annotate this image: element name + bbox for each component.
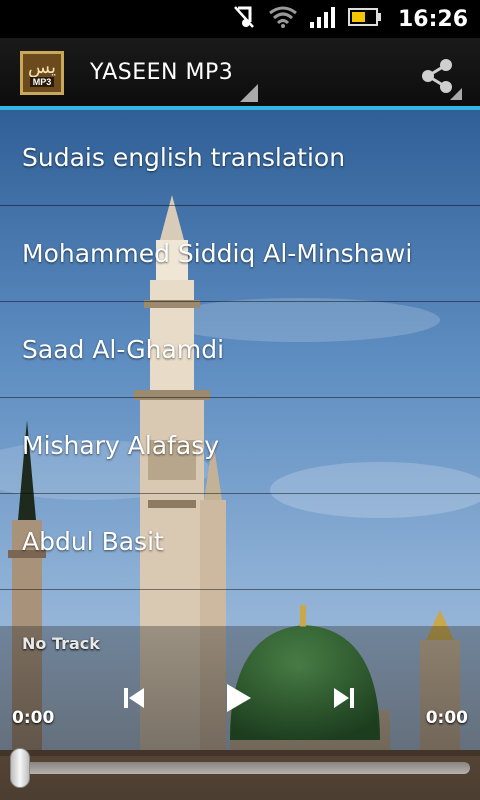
muted-note-icon — [232, 4, 256, 34]
track-item[interactable]: Sudais english translation — [0, 110, 480, 206]
app-icon-badge: MP3 — [29, 77, 55, 87]
battery-icon — [347, 8, 382, 30]
track-item[interactable]: Mohammed Siddiq Al-Minshawi — [0, 206, 480, 302]
next-icon[interactable] — [324, 678, 364, 718]
overflow-indicator-icon — [450, 88, 462, 100]
duration-time: 0:00 — [425, 708, 468, 728]
track-label: Sudais english translation — [22, 143, 346, 172]
track-label: Mohammed Siddiq Al-Minshawi — [22, 239, 413, 268]
wifi-icon — [268, 5, 298, 33]
seek-track — [10, 762, 470, 774]
app-title[interactable]: YASEEN MP3 — [90, 60, 233, 85]
signal-icon — [309, 6, 336, 32]
track-item[interactable]: Abdul Basit — [0, 494, 480, 590]
elapsed-time: 0:00 — [12, 708, 55, 728]
track-item[interactable]: Saad Al-Ghamdi — [0, 302, 480, 398]
play-icon[interactable] — [218, 678, 258, 718]
seek-bar[interactable] — [10, 748, 470, 788]
track-label: Saad Al-Ghamdi — [22, 335, 225, 364]
now-playing-label: No Track — [22, 634, 100, 653]
status-bar: 16:26 — [0, 0, 480, 38]
seek-thumb[interactable] — [10, 748, 30, 788]
previous-icon[interactable] — [114, 678, 154, 718]
track-item[interactable]: Mishary Alafasy — [0, 398, 480, 494]
track-list: Sudais english translation Mohammed Sidd… — [0, 110, 480, 590]
track-label: Abdul Basit — [22, 527, 164, 556]
app-icon[interactable]: يس MP3 — [20, 51, 64, 95]
action-bar: يس MP3 YASEEN MP3 — [0, 38, 480, 110]
track-label: Mishary Alafasy — [22, 431, 220, 460]
app-icon-text: يس — [28, 57, 56, 78]
dropdown-indicator-icon[interactable] — [240, 84, 258, 102]
status-clock: 16:26 — [397, 6, 468, 32]
player-panel: No Track 0:00 0:00 — [0, 626, 480, 800]
